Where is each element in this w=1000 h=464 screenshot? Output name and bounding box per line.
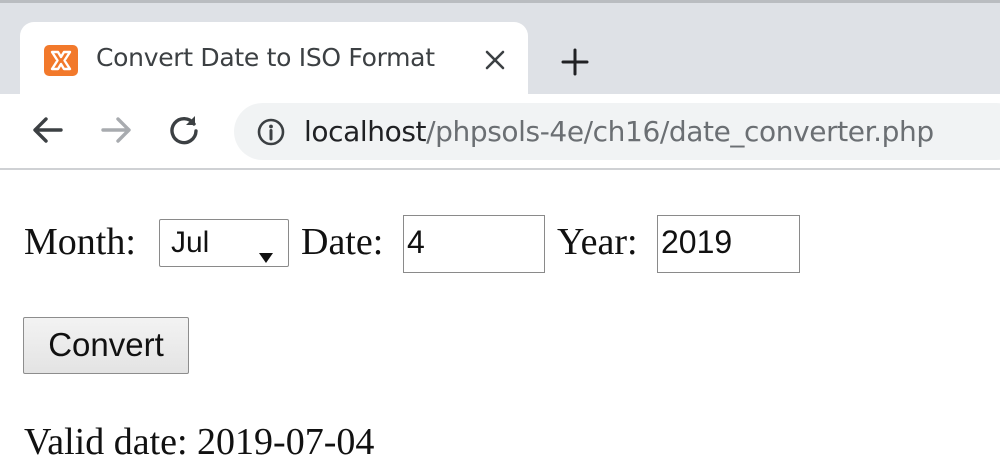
month-select-value: Jul xyxy=(171,226,210,259)
month-select[interactable]: Jul xyxy=(159,219,289,267)
new-tab-icon[interactable] xyxy=(558,45,592,79)
year-input[interactable]: 2019 xyxy=(657,215,800,273)
dropdown-arrow-icon xyxy=(258,238,274,272)
xampp-icon xyxy=(44,45,78,76)
page-content: Month: Jul Date: 4 Year: 2019 Convert Va… xyxy=(0,172,1000,463)
date-input[interactable]: 4 xyxy=(403,215,545,273)
forward-arrow-icon[interactable] xyxy=(98,112,134,148)
url-path: /phpsols-4e/ch16/date_converter.php xyxy=(426,115,934,148)
reload-icon[interactable] xyxy=(166,112,202,148)
back-arrow-icon[interactable] xyxy=(30,112,66,148)
url-host: localhost xyxy=(304,115,427,148)
browser-toolbar: localhost/phpsols-4e/ch16/date_converter… xyxy=(0,94,1000,170)
address-bar[interactable]: localhost/phpsols-4e/ch16/date_converter… xyxy=(234,103,1000,160)
tab-strip: Convert Date to ISO Format xyxy=(0,0,1000,97)
info-icon[interactable] xyxy=(256,117,286,147)
tab-title: Convert Date to ISO Format xyxy=(96,43,435,72)
year-label: Year: xyxy=(557,221,638,263)
close-tab-icon[interactable] xyxy=(482,47,508,73)
result-text: Valid date: 2019-07-04 xyxy=(24,421,375,463)
convert-button[interactable]: Convert xyxy=(23,317,189,374)
url-text: localhost/phpsols-4e/ch16/date_converter… xyxy=(304,115,934,148)
active-tab[interactable]: Convert Date to ISO Format xyxy=(20,22,528,97)
month-label: Month: xyxy=(24,221,136,263)
date-label: Date: xyxy=(301,221,384,263)
